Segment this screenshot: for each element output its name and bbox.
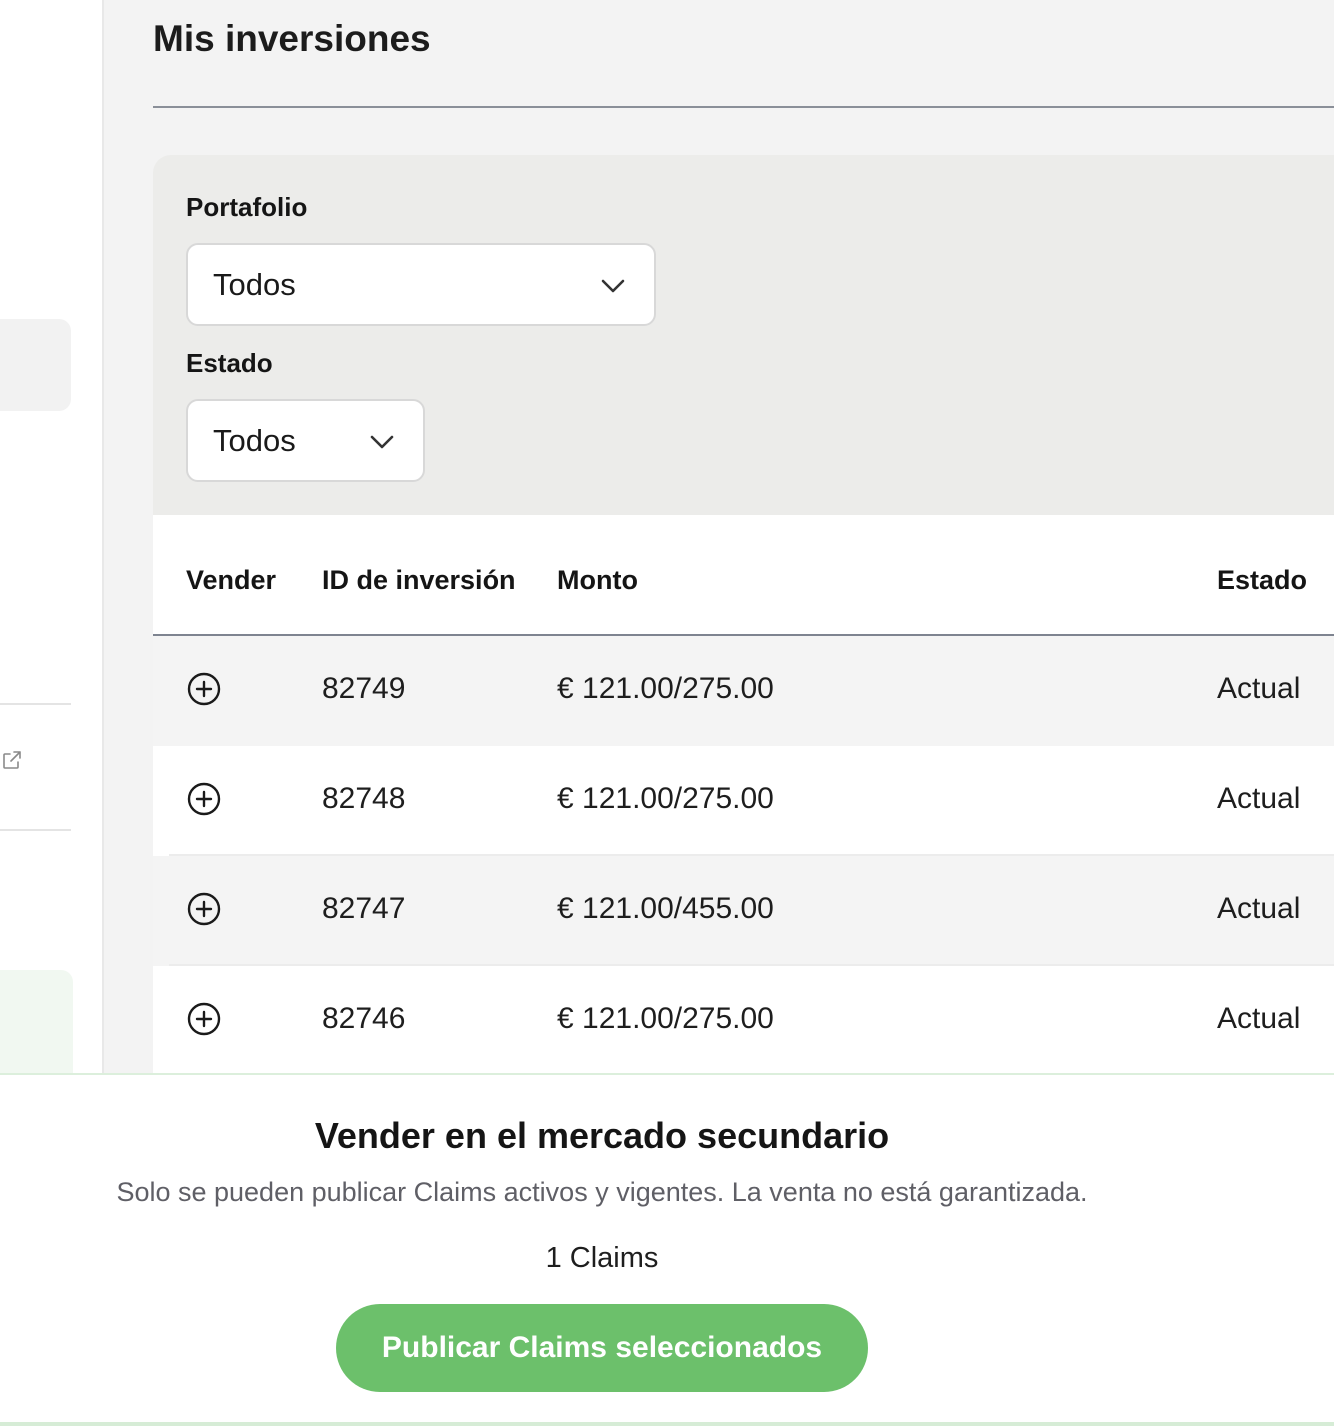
- sidebar-highlight-card: [0, 970, 73, 1080]
- investment-status: Actual: [1217, 782, 1301, 815]
- investment-amount: € 121.00/275.00: [557, 1002, 774, 1035]
- status-select-value: Todos: [213, 422, 296, 458]
- column-header-id[interactable]: ID de inversión: [322, 565, 516, 596]
- chevron-down-icon: [601, 279, 625, 293]
- page-title: Mis inversiones: [153, 18, 431, 59]
- investment-id: 82746: [322, 1002, 406, 1035]
- investment-amount: € 121.00/275.00: [557, 782, 774, 815]
- table-row: 82746 € 121.00/275.00 Actual: [153, 966, 1334, 1076]
- investment-id: 82748: [322, 782, 406, 815]
- status-select[interactable]: Todos: [186, 399, 425, 482]
- sidebar-divider: [0, 703, 71, 705]
- plus-circle-icon[interactable]: [187, 672, 221, 706]
- plus-circle-icon[interactable]: [187, 892, 221, 926]
- investments-table: Vender ID de inversión Monto Estado 8274…: [153, 515, 1334, 1075]
- selected-claims-count: 1 Claims: [545, 1242, 659, 1274]
- filters-panel: Portafolio Todos Estado Todos: [153, 155, 1334, 515]
- table-row: 82748 € 121.00/275.00 Actual: [153, 746, 1334, 856]
- investment-status: Actual: [1217, 672, 1301, 705]
- sidebar-divider: [0, 829, 71, 831]
- portfolio-label: Portafolio: [186, 192, 308, 222]
- plus-circle-icon[interactable]: [187, 1002, 221, 1036]
- external-link-icon[interactable]: [0, 748, 24, 772]
- investment-id: 82747: [322, 892, 406, 925]
- plus-circle-icon[interactable]: [187, 782, 221, 816]
- table-header: Vender ID de inversión Monto Estado: [153, 515, 1334, 636]
- title-divider: [153, 106, 1334, 108]
- investment-id: 82749: [322, 672, 406, 705]
- investment-status: Actual: [1217, 1002, 1301, 1035]
- column-header-status[interactable]: Estado: [1217, 565, 1307, 596]
- table-row: 82749 € 121.00/275.00 Actual: [153, 636, 1334, 746]
- portfolio-select[interactable]: Todos: [186, 243, 656, 326]
- sell-panel-subtitle: Solo se pueden publicar Claims activos y…: [116, 1177, 1088, 1207]
- portfolio-select-value: Todos: [213, 266, 296, 302]
- status-label: Estado: [186, 348, 273, 378]
- sell-panel-title: Vender en el mercado secundario: [314, 1115, 890, 1156]
- investment-amount: € 121.00/275.00: [557, 672, 774, 705]
- column-header-amount[interactable]: Monto: [557, 565, 638, 596]
- investment-amount: € 121.00/455.00: [557, 892, 774, 925]
- publish-claims-button[interactable]: Publicar Claims seleccionados: [336, 1304, 868, 1392]
- sidebar-item-card[interactable]: [0, 319, 71, 411]
- investment-status: Actual: [1217, 892, 1301, 925]
- table-row: 82747 € 121.00/455.00 Actual: [153, 856, 1334, 966]
- chevron-down-icon: [370, 435, 394, 449]
- column-header-sell[interactable]: Vender: [186, 565, 276, 596]
- sell-panel: Vender en el mercado secundario Solo se …: [0, 1073, 1334, 1426]
- bottom-accent-bar: [0, 1422, 1334, 1426]
